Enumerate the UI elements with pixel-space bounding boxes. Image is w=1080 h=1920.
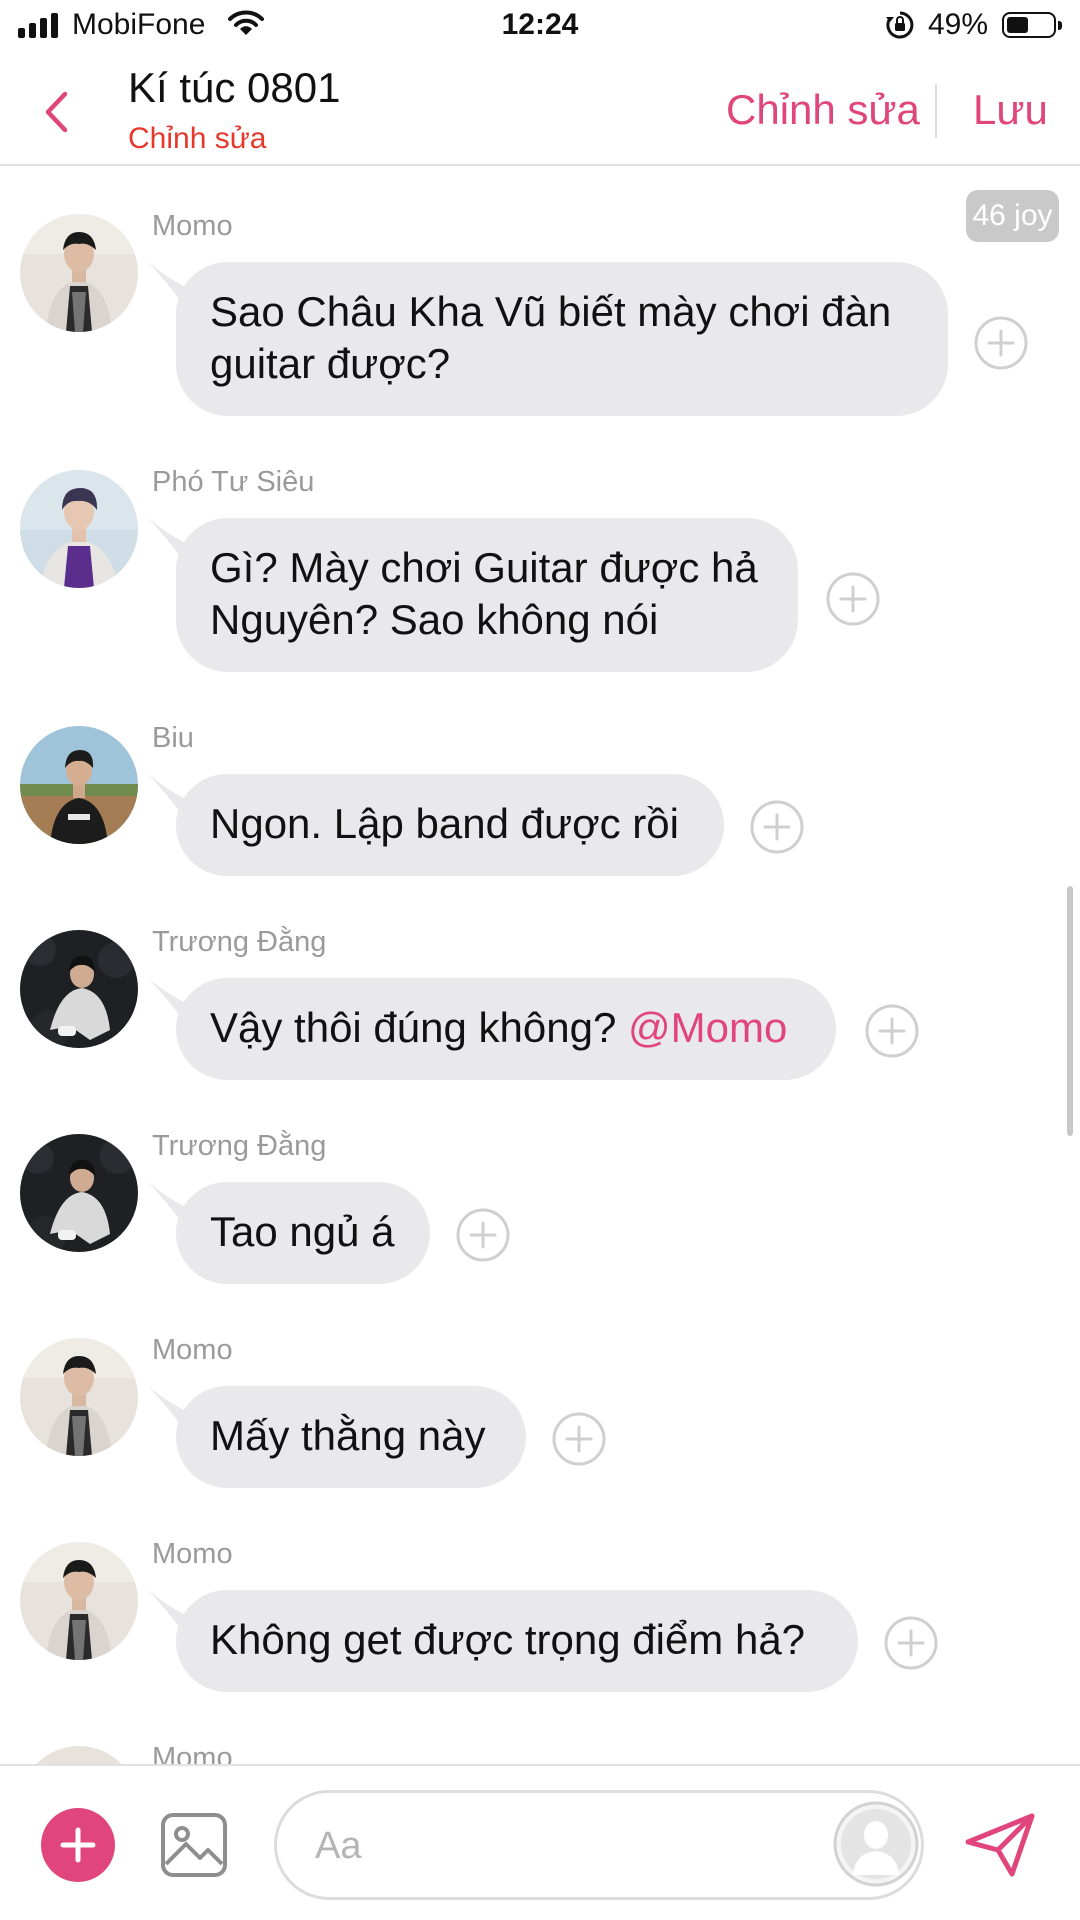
message-bubble[interactable]: Không get được trọng điểm hả? xyxy=(148,1590,858,1692)
scrollbar[interactable] xyxy=(1067,886,1073,1136)
sender-name: Momo xyxy=(152,210,233,242)
battery-fill xyxy=(1007,17,1028,33)
save-button[interactable]: Lưu xyxy=(973,86,1048,134)
message-text-line: Ngon. Lập band được rồi xyxy=(210,800,679,847)
message-input-container[interactable] xyxy=(274,1790,924,1900)
composer-bar xyxy=(0,1764,1080,1920)
battery-icon xyxy=(1002,12,1062,38)
message-text-line: Gì? Mày chơi Guitar được hả xyxy=(210,544,758,591)
message-text-line: Vậy thôi đúng không? @Momo xyxy=(210,1002,802,1054)
mention-link[interactable]: @Momo xyxy=(628,1004,787,1051)
sender-name: Momo xyxy=(152,1334,233,1366)
add-reaction-button[interactable] xyxy=(552,1412,606,1466)
joy-badge: 46 joy xyxy=(966,190,1059,242)
battery-percent: 49% xyxy=(928,8,989,41)
image-icon[interactable] xyxy=(160,1812,228,1878)
avatar[interactable] xyxy=(20,1542,138,1660)
sender-name: Momo xyxy=(152,1742,233,1764)
avatar[interactable] xyxy=(20,930,138,1048)
avatar[interactable] xyxy=(20,470,138,588)
edit-subtitle-link[interactable]: Chỉnh sửa xyxy=(128,122,267,156)
header-divider xyxy=(935,84,937,138)
add-reaction-button[interactable] xyxy=(750,800,804,854)
message-input[interactable] xyxy=(313,1815,757,1877)
chat-header: Kí túc 0801 Chỉnh sửa Chỉnh sửa Lưu xyxy=(0,54,1080,166)
message-bubble[interactable]: Vậy thôi đúng không? @Momo xyxy=(148,978,836,1080)
avatar[interactable] xyxy=(20,726,138,844)
message-list[interactable]: 46 joy Momo Sao Châu Kha Vũ biết mày chơ… xyxy=(0,166,1080,1764)
add-attachment-button[interactable] xyxy=(41,1808,115,1882)
sender-name: Trương Đằng xyxy=(152,926,327,958)
user-silhouette-icon[interactable] xyxy=(833,1801,919,1887)
avatar[interactable] xyxy=(20,214,138,332)
avatar[interactable] xyxy=(20,1134,138,1252)
chat-title: Kí túc 0801 xyxy=(128,64,341,111)
message-bubble[interactable]: Tao ngủ á xyxy=(148,1182,430,1284)
add-reaction-button[interactable] xyxy=(456,1208,510,1262)
plus-icon xyxy=(60,1827,96,1863)
message-text-line: Mấy thằng này xyxy=(210,1412,486,1459)
clock: 12:24 xyxy=(501,8,579,41)
back-button[interactable] xyxy=(36,84,76,140)
avatar[interactable] xyxy=(20,1746,138,1764)
sender-name: Biu xyxy=(152,722,194,754)
send-icon[interactable] xyxy=(964,1812,1036,1878)
sender-name: Trương Đằng xyxy=(152,1130,327,1162)
message-bubble[interactable]: Mấy thằng này xyxy=(148,1386,526,1488)
message-bubble[interactable]: Sao Châu Kha Vũ biết mày chơi đàn guitar… xyxy=(148,262,948,416)
avatar[interactable] xyxy=(20,1338,138,1456)
sender-name: Momo xyxy=(152,1538,233,1570)
add-reaction-button[interactable] xyxy=(974,316,1028,370)
message-text-line: guitar được? xyxy=(210,340,451,387)
chevron-left-icon xyxy=(45,91,68,133)
rotation-lock-icon xyxy=(886,11,914,39)
sender-name: Phó Tư Siêu xyxy=(152,466,315,498)
add-reaction-button[interactable] xyxy=(884,1616,938,1670)
message-text-line: Sao Châu Kha Vũ biết mày chơi đàn xyxy=(210,288,892,335)
message-text-line: Nguyên? Sao không nói xyxy=(210,596,659,643)
message-text: Vậy thôi đúng không? xyxy=(210,1004,617,1051)
message-text-line: Tao ngủ á xyxy=(210,1208,395,1255)
add-reaction-button[interactable] xyxy=(826,572,880,626)
edit-button[interactable]: Chỉnh sửa xyxy=(726,86,920,134)
add-reaction-button[interactable] xyxy=(865,1004,919,1058)
message-bubble[interactable]: Gì? Mày chơi Guitar được hả Nguyên? Sao … xyxy=(148,518,798,672)
message-bubble[interactable]: Ngon. Lập band được rồi xyxy=(148,774,724,876)
message-text-line: Không get được trọng điểm hả? xyxy=(210,1616,806,1663)
status-bar: MobiFone 12:24 49% xyxy=(0,0,1080,54)
